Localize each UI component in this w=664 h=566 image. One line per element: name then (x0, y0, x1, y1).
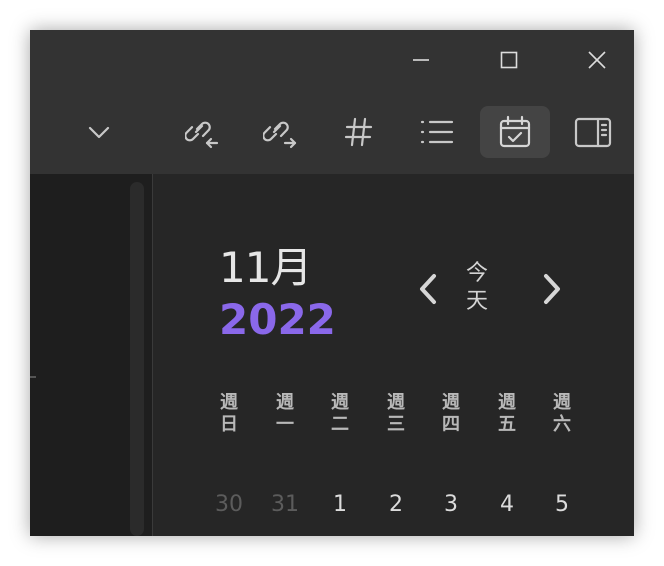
title-bar (30, 30, 634, 90)
outline-list-icon (420, 120, 454, 144)
weekday-label: 一 (276, 414, 294, 435)
calendar-button[interactable] (480, 106, 550, 158)
chevron-right-icon (544, 274, 560, 304)
close-icon (588, 51, 606, 69)
collapse-button[interactable] (64, 106, 134, 158)
weekday-mon: 週 一 (265, 392, 305, 436)
weekday-label: 日 (220, 414, 238, 435)
year-title: 2022 (219, 295, 336, 344)
weekday-tue: 週 二 (320, 392, 360, 436)
calendar-day[interactable]: 3 (429, 492, 473, 517)
weekday-label: 週 (553, 392, 571, 413)
weekday-label: 三 (387, 414, 405, 435)
weekday-label: 二 (331, 414, 349, 435)
weekday-wed: 週 三 (376, 392, 416, 436)
minimize-icon (413, 59, 429, 61)
outgoing-links-button[interactable] (246, 106, 316, 158)
outline-button[interactable] (402, 106, 472, 158)
calendar-day[interactable]: 1 (318, 492, 362, 517)
month-title: 11月 (219, 243, 312, 292)
editor-pane (30, 174, 152, 536)
today-label-2: 天 (465, 289, 488, 314)
outgoing-links-icon (263, 121, 297, 149)
calendar-day[interactable]: 2 (374, 492, 418, 517)
calendar-day[interactable]: 5 (540, 492, 584, 517)
weekday-label: 四 (442, 414, 460, 435)
sidebar-toggle-button[interactable] (558, 106, 628, 158)
toolbar (30, 90, 634, 174)
app-window: 11月 2022 今 天 週 日 週 一 週 二 週 三 週 四 週 五 週 六… (30, 30, 634, 536)
calendar-day[interactable]: 30 (207, 492, 251, 517)
today-button[interactable]: 今 天 (459, 260, 495, 318)
weekday-sat: 週 六 (542, 392, 582, 436)
sidebar-toggle-icon (574, 117, 612, 148)
chevron-down-icon (88, 126, 110, 139)
weekday-label: 五 (498, 414, 516, 435)
calendar-day[interactable]: 4 (485, 492, 529, 517)
backlinks-button[interactable] (168, 106, 238, 158)
maximize-icon (500, 51, 518, 69)
calendar-check-icon (499, 115, 531, 148)
weekday-thu: 週 四 (431, 392, 471, 436)
close-button[interactable] (562, 36, 632, 84)
calendar-day[interactable]: 31 (263, 492, 307, 517)
weekday-label: 週 (220, 392, 238, 413)
weekday-fri: 週 五 (487, 392, 527, 436)
next-month-button[interactable] (537, 270, 567, 308)
weekday-label: 週 (442, 392, 460, 413)
today-label-1: 今 (465, 261, 488, 286)
weekday-label: 六 (553, 414, 571, 435)
backlinks-icon (185, 121, 219, 149)
pane-divider-mark (30, 376, 36, 378)
scrollbar[interactable] (130, 182, 144, 536)
weekday-label: 週 (498, 392, 516, 413)
tags-icon (344, 117, 373, 147)
calendar-pane: 11月 2022 今 天 週 日 週 一 週 二 週 三 週 四 週 五 週 六… (153, 174, 634, 536)
minimize-button[interactable] (386, 36, 456, 84)
weekday-sun: 週 日 (209, 392, 249, 436)
maximize-button[interactable] (474, 36, 544, 84)
previous-month-button[interactable] (413, 270, 443, 308)
weekday-label: 週 (387, 392, 405, 413)
tags-button[interactable] (324, 106, 394, 158)
chevron-left-icon (420, 274, 436, 304)
weekday-label: 週 (331, 392, 349, 413)
weekday-label: 週 (276, 392, 294, 413)
